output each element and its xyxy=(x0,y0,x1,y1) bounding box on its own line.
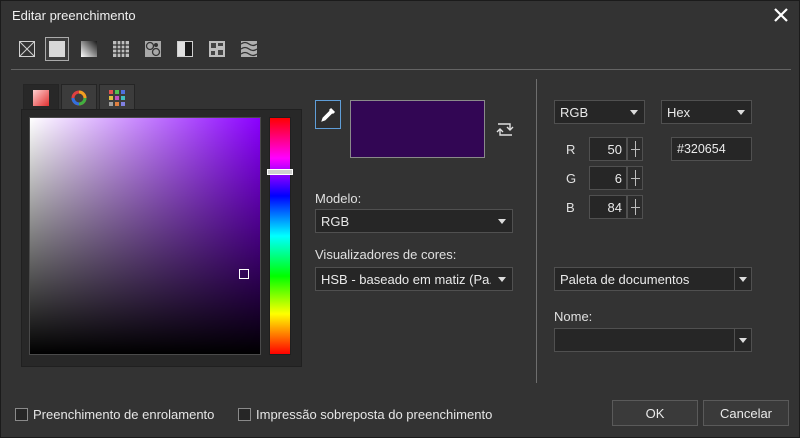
postscript-fill-icon[interactable] xyxy=(237,37,261,61)
wrap-fill-label: Preenchimento de enrolamento xyxy=(33,406,215,422)
chevron-down-icon xyxy=(739,277,747,282)
channel-r-label: R xyxy=(566,142,576,157)
fountain-fill-icon[interactable] xyxy=(77,37,101,61)
channel-g-stepper[interactable] xyxy=(627,166,643,190)
color-viewers-label: Visualizadores de cores: xyxy=(315,247,457,262)
chevron-down-icon xyxy=(737,110,745,115)
edit-fill-dialog: Editar preenchimento Modelo: RGB Visuali… xyxy=(0,0,800,438)
hex-value-input[interactable]: #320654 xyxy=(671,137,752,161)
color-picker-handle[interactable] xyxy=(239,269,249,279)
chevron-down-icon xyxy=(498,277,506,282)
color-viewers-tab-icon[interactable] xyxy=(23,84,59,110)
vector-pattern-fill-icon[interactable] xyxy=(109,37,133,61)
current-color-swatch xyxy=(350,100,485,158)
texture-fill-icon[interactable] xyxy=(205,37,229,61)
eyedropper-icon[interactable] xyxy=(315,100,341,129)
cancel-button[interactable]: Cancelar xyxy=(703,400,789,426)
uniform-fill-icon[interactable] xyxy=(45,37,69,61)
channel-r-stepper[interactable] xyxy=(627,137,643,161)
name-label: Nome: xyxy=(554,309,593,324)
color-harmonies-tab-icon[interactable] xyxy=(61,84,97,110)
hue-slider[interactable] xyxy=(269,117,291,355)
swap-colors-icon[interactable] xyxy=(494,118,516,140)
toolbar-divider xyxy=(11,69,791,70)
panel-divider xyxy=(536,79,537,383)
overprint-fill-label: Impressão sobreposta do preenchimento xyxy=(256,406,493,422)
chevron-down-icon xyxy=(498,219,506,224)
channel-g-input[interactable]: 6 xyxy=(589,166,627,190)
color-palettes-tab-icon[interactable] xyxy=(99,84,135,110)
channel-b-stepper[interactable] xyxy=(627,195,643,219)
two-color-pattern-fill-icon[interactable] xyxy=(173,37,197,61)
chevron-down-icon xyxy=(630,110,638,115)
value-format-select[interactable]: Hex xyxy=(661,100,752,124)
saturation-brightness-field[interactable] xyxy=(29,117,261,355)
bitmap-pattern-fill-icon[interactable] xyxy=(141,37,165,61)
close-icon[interactable] xyxy=(771,5,791,25)
color-viewer-select[interactable]: HSB - baseado em matiz (Pa... xyxy=(315,267,513,291)
palette-select[interactable]: Paleta de documentos xyxy=(554,267,752,291)
model-label: Modelo: xyxy=(315,191,362,206)
checkbox-box[interactable] xyxy=(238,407,251,421)
no-fill-icon[interactable] xyxy=(15,37,39,61)
channel-r-input[interactable]: 50 xyxy=(589,137,627,161)
title-bar: Editar preenchimento xyxy=(1,1,799,30)
overprint-fill-checkbox[interactable]: Impressão sobreposta do preenchimento xyxy=(238,406,492,422)
model-select[interactable]: RGB xyxy=(315,209,513,233)
name-select[interactable] xyxy=(554,328,752,352)
chevron-down-icon xyxy=(739,338,747,343)
channel-b-label: B xyxy=(566,200,575,215)
color-model-select[interactable]: RGB xyxy=(554,100,645,124)
channel-b-input[interactable]: 84 xyxy=(589,195,627,219)
channel-g-label: G xyxy=(566,171,577,186)
ok-button[interactable]: OK xyxy=(612,400,698,426)
hue-slider-handle[interactable] xyxy=(267,168,293,175)
dialog-title: Editar preenchimento xyxy=(12,8,136,23)
wrap-fill-checkbox[interactable]: Preenchimento de enrolamento xyxy=(15,406,214,422)
checkbox-box[interactable] xyxy=(15,407,28,421)
